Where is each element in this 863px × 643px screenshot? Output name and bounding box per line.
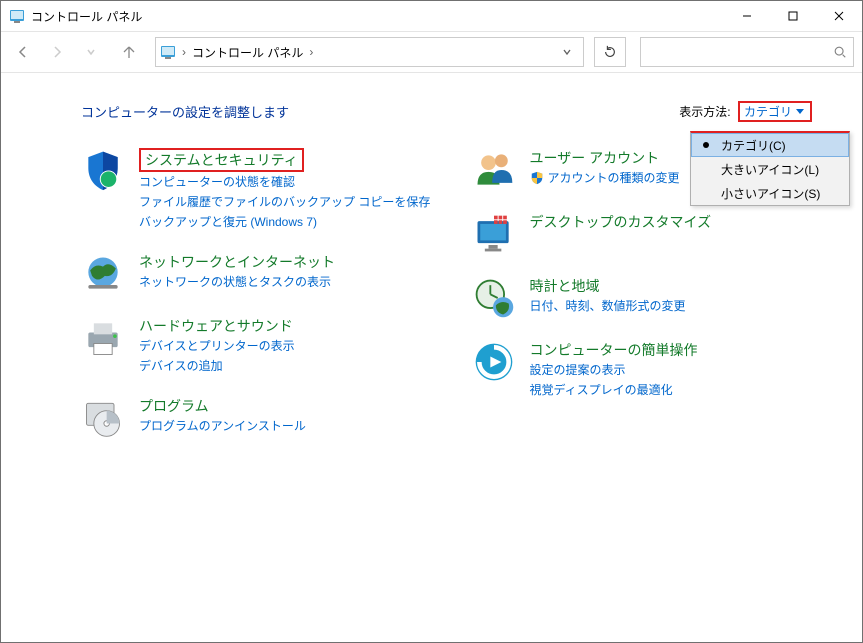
view-label: 表示方法: [679, 105, 730, 119]
category-title-link[interactable]: 時計と地域 [530, 278, 600, 294]
category-sublink[interactable]: プログラムのアンインストール [139, 416, 306, 436]
category-sublink[interactable]: ファイル履歴でファイルのバックアップ コピーを保存 [139, 192, 430, 212]
forward-button[interactable] [43, 38, 71, 66]
close-button[interactable] [816, 1, 862, 31]
ease-of-access-icon [472, 340, 516, 384]
shield-icon [81, 148, 125, 192]
category-system-security: システムとセキュリティ コンピューターの状態を確認 ファイル履歴でファイルのバッ… [81, 148, 432, 232]
search-icon [833, 45, 847, 59]
view-dropdown-menu: カテゴリ(C) 大きいアイコン(L) 小さいアイコン(S) [690, 131, 850, 206]
view-option-label: 大きいアイコン(L) [721, 161, 819, 178]
uac-shield-icon [530, 171, 544, 185]
breadcrumb-item[interactable]: コントロール パネル [192, 44, 303, 61]
category-title-link[interactable]: ユーザー アカウント [530, 150, 660, 166]
category-programs: プログラム プログラムのアンインストール [81, 396, 432, 440]
maximize-button[interactable] [770, 1, 816, 31]
view-option-category[interactable]: カテゴリ(C) [691, 133, 849, 157]
category-sublink[interactable]: デバイスの追加 [139, 356, 295, 376]
up-button[interactable] [115, 38, 143, 66]
control-panel-window: コントロール パネル [0, 0, 863, 643]
heading-row: コンピューターの設定を調整します 表示方法: カテゴリ [81, 101, 822, 122]
category-sublink[interactable]: 設定の提案の表示 [530, 360, 698, 380]
users-icon [472, 148, 516, 192]
address-bar[interactable]: › コントロール パネル › [155, 37, 584, 67]
back-button[interactable] [9, 38, 37, 66]
view-dropdown-button[interactable]: カテゴリ [738, 101, 812, 122]
printer-icon [81, 316, 125, 360]
category-clock-region: 時計と地域 日付、時刻、数値形式の変更 [472, 276, 823, 320]
caret-down-icon [796, 109, 804, 114]
category-hardware: ハードウェアとサウンド デバイスとプリンターの表示 デバイスの追加 [81, 316, 432, 376]
monitor-icon [472, 212, 516, 256]
category-desktop-customize: デスクトップのカスタマイズ [472, 212, 823, 256]
window-controls [724, 1, 862, 31]
category-ease-of-access: コンピューターの簡単操作 設定の提案の表示 視覚ディスプレイの最適化 [472, 340, 823, 400]
view-picker: 表示方法: カテゴリ [679, 101, 812, 122]
titlebar-left: コントロール パネル [1, 8, 142, 25]
category-network: ネットワークとインターネット ネットワークの状態とタスクの表示 [81, 252, 432, 296]
category-sublink[interactable]: バックアップと復元 (Windows 7) [139, 212, 430, 232]
category-title-link[interactable]: プログラム [139, 398, 209, 414]
content-body: コンピューターの設定を調整します 表示方法: カテゴリ カテゴリ(C) 大きいア… [1, 73, 862, 460]
category-title-link[interactable]: ハードウェアとサウンド [139, 318, 293, 334]
chevron-right-icon[interactable]: › [182, 45, 186, 59]
category-sublink[interactable]: 視覚ディスプレイの最適化 [530, 380, 698, 400]
bullet-icon [703, 142, 709, 148]
view-option-large-icons[interactable]: 大きいアイコン(L) [691, 157, 849, 181]
view-current: カテゴリ [744, 103, 792, 120]
category-sublink[interactable]: アカウントの種類の変更 [548, 168, 680, 188]
column-left: システムとセキュリティ コンピューターの状態を確認 ファイル履歴でファイルのバッ… [81, 148, 432, 460]
category-title-link[interactable]: コンピューターの簡単操作 [530, 342, 698, 358]
address-dropdown[interactable] [555, 40, 579, 64]
recent-dropdown[interactable] [77, 38, 105, 66]
refresh-button[interactable] [594, 37, 626, 67]
category-title-link[interactable]: ネットワークとインターネット [139, 254, 335, 270]
view-option-label: カテゴリ(C) [721, 137, 786, 154]
control-panel-icon [9, 8, 25, 24]
disc-icon [81, 396, 125, 440]
category-sublink[interactable]: コンピューターの状態を確認 [139, 172, 430, 192]
view-option-label: 小さいアイコン(S) [721, 185, 820, 202]
search-input[interactable] [640, 37, 854, 67]
minimize-button[interactable] [724, 1, 770, 31]
category-sublink[interactable]: デバイスとプリンターの表示 [139, 336, 295, 356]
page-heading: コンピューターの設定を調整します [81, 102, 289, 121]
nav-row: › コントロール パネル › [1, 32, 862, 73]
clock-globe-icon [472, 276, 516, 320]
category-title-link[interactable]: システムとセキュリティ [139, 148, 304, 172]
chevron-right-icon[interactable]: › [309, 45, 313, 59]
category-title-link[interactable]: デスクトップのカスタマイズ [530, 214, 712, 230]
window-title: コントロール パネル [31, 8, 142, 25]
category-sublink[interactable]: ネットワークの状態とタスクの表示 [139, 272, 335, 292]
titlebar: コントロール パネル [1, 1, 862, 32]
control-panel-icon [160, 44, 176, 60]
category-sublink[interactable]: 日付、時刻、数値形式の変更 [530, 296, 686, 316]
globe-icon [81, 252, 125, 296]
view-option-small-icons[interactable]: 小さいアイコン(S) [691, 181, 849, 205]
